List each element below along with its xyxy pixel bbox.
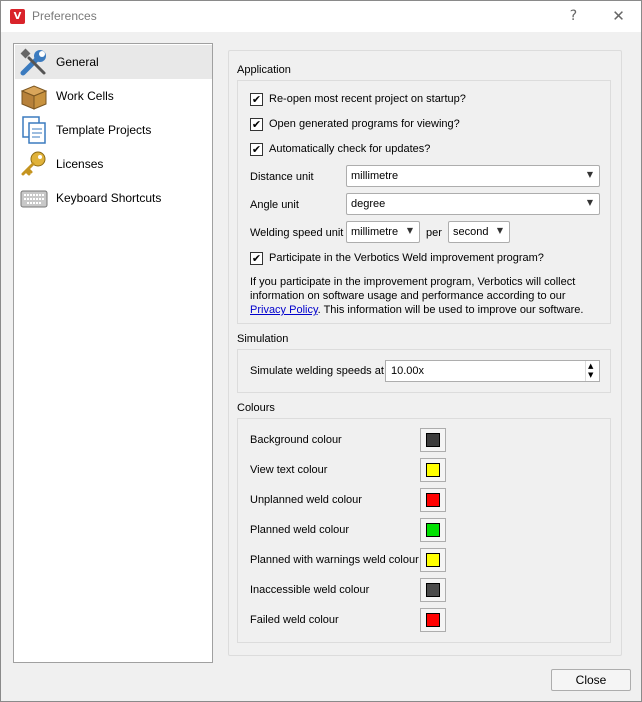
background-colour-label: Background colour bbox=[250, 434, 342, 446]
privacy-policy-link[interactable]: Privacy Policy bbox=[250, 304, 318, 316]
keyboard-icon bbox=[20, 190, 48, 208]
window-title: Preferences bbox=[32, 9, 97, 23]
planned-weld-colour-button[interactable] bbox=[420, 518, 446, 542]
colour-swatch bbox=[426, 613, 440, 627]
colour-swatch bbox=[426, 523, 440, 537]
chevron-down-icon: ▼ bbox=[496, 226, 503, 235]
simulation-section-title: Simulation bbox=[237, 333, 289, 345]
failed-weld-colour-label: Failed weld colour bbox=[250, 614, 339, 626]
sidebar-item-label: Template Projects bbox=[56, 123, 152, 137]
sidebar-item-template-projects[interactable]: Template Projects bbox=[15, 113, 212, 147]
reopen-project-checkbox[interactable]: ✔ bbox=[250, 93, 263, 106]
distance-unit-select[interactable]: millimetre ▼ bbox=[346, 165, 600, 187]
simulate-speed-spinbox[interactable]: 10.00x ▲ ▼ bbox=[385, 360, 600, 382]
auto-update-checkbox-row[interactable]: ✔ Automatically check for updates? bbox=[250, 142, 550, 158]
colours-section-title: Colours bbox=[237, 402, 275, 414]
inaccessible-weld-colour-button[interactable] bbox=[420, 578, 446, 602]
chevron-down-icon: ▼ bbox=[586, 198, 593, 207]
spinbox-buttons: ▲ ▼ bbox=[585, 361, 599, 381]
colour-swatch bbox=[426, 433, 440, 447]
box-icon bbox=[20, 85, 48, 110]
window-close-button[interactable]: ✕ bbox=[596, 1, 641, 32]
sidebar-item-label: Keyboard Shortcuts bbox=[56, 191, 162, 205]
colour-swatch bbox=[426, 463, 440, 477]
chevron-down-icon: ▼ bbox=[586, 170, 593, 179]
wrench-screwdriver-icon bbox=[20, 48, 46, 76]
open-generated-checkbox-row[interactable]: ✔ Open generated programs for viewing? bbox=[250, 117, 550, 133]
planned-weld-colour-label: Planned weld colour bbox=[250, 524, 350, 536]
simulate-speed-value: 10.00x bbox=[391, 365, 425, 377]
distance-unit-value: millimetre bbox=[351, 170, 399, 182]
welding-speed-unit-label: Welding speed unit bbox=[250, 227, 344, 239]
close-button[interactable]: Close bbox=[551, 669, 631, 691]
planned-warnings-weld-colour-label: Planned with warnings weld colour bbox=[250, 554, 419, 566]
unplanned-weld-colour-button[interactable] bbox=[420, 488, 446, 512]
spin-down-icon[interactable]: ▼ bbox=[588, 371, 593, 379]
info-text-post: . This information will be used to impro… bbox=[317, 304, 584, 316]
angle-unit-value: degree bbox=[351, 198, 386, 210]
auto-update-label: Automatically check for updates? bbox=[269, 143, 431, 155]
welding-speed-length-value: millimetre bbox=[351, 226, 399, 238]
help-button[interactable]: ? bbox=[551, 1, 596, 32]
spin-up-icon[interactable]: ▲ bbox=[588, 362, 593, 370]
inaccessible-weld-colour-label: Inaccessible weld colour bbox=[250, 584, 370, 596]
improvement-program-info: If you participate in the improvement pr… bbox=[250, 275, 595, 317]
welding-speed-time-select[interactable]: second ▼ bbox=[448, 221, 510, 243]
reopen-project-label: Re-open most recent project on startup? bbox=[269, 93, 466, 105]
app-logo-icon: V bbox=[10, 9, 25, 24]
angle-unit-label: Angle unit bbox=[250, 199, 299, 211]
unplanned-weld-colour-label: Unplanned weld colour bbox=[250, 494, 362, 506]
welding-speed-length-select[interactable]: millimetre ▼ bbox=[346, 221, 420, 243]
simulate-speed-label: Simulate welding speeds at bbox=[250, 365, 384, 377]
sidebar-item-general[interactable]: General bbox=[15, 45, 212, 79]
preferences-dialog: V Preferences ? ✕ General Work Cells Tem… bbox=[0, 0, 642, 702]
planned-warnings-weld-colour-button[interactable] bbox=[420, 548, 446, 572]
chevron-down-icon: ▼ bbox=[406, 226, 413, 235]
colour-swatch bbox=[426, 553, 440, 567]
sidebar-item-label: Licenses bbox=[56, 157, 104, 171]
view-text-colour-button[interactable] bbox=[420, 458, 446, 482]
sidebar-item-licenses[interactable]: Licenses bbox=[15, 147, 212, 181]
auto-update-checkbox[interactable]: ✔ bbox=[250, 143, 263, 156]
background-colour-button[interactable] bbox=[420, 428, 446, 452]
participate-checkbox-row[interactable]: ✔ Participate in the Verbotics Weld impr… bbox=[250, 251, 580, 267]
view-text-colour-label: View text colour bbox=[250, 464, 328, 476]
colour-swatch bbox=[426, 583, 440, 597]
reopen-project-checkbox-row[interactable]: ✔ Re-open most recent project on startup… bbox=[250, 92, 550, 108]
participate-label: Participate in the Verbotics Weld improv… bbox=[269, 252, 544, 264]
application-section-title: Application bbox=[237, 64, 291, 76]
preferences-sidebar: General Work Cells Template Projects Lic… bbox=[13, 43, 213, 663]
per-label: per bbox=[426, 227, 442, 239]
sidebar-item-work-cells[interactable]: Work Cells bbox=[15, 79, 212, 113]
open-generated-checkbox[interactable]: ✔ bbox=[250, 118, 263, 131]
distance-unit-label: Distance unit bbox=[250, 171, 314, 183]
welding-speed-time-value: second bbox=[453, 226, 489, 238]
failed-weld-colour-button[interactable] bbox=[420, 608, 446, 632]
sidebar-item-label: Work Cells bbox=[56, 89, 114, 103]
title-bar: V Preferences ? ✕ bbox=[1, 1, 641, 32]
sidebar-item-label: General bbox=[56, 55, 99, 69]
key-icon bbox=[21, 151, 46, 176]
colour-swatch bbox=[426, 493, 440, 507]
angle-unit-select[interactable]: degree ▼ bbox=[346, 193, 600, 215]
participate-checkbox[interactable]: ✔ bbox=[250, 252, 263, 265]
documents-icon bbox=[22, 116, 46, 144]
sidebar-item-keyboard-shortcuts[interactable]: Keyboard Shortcuts bbox=[15, 181, 212, 215]
open-generated-label: Open generated programs for viewing? bbox=[269, 118, 460, 130]
info-text-pre: If you participate in the improvement pr… bbox=[250, 276, 576, 302]
